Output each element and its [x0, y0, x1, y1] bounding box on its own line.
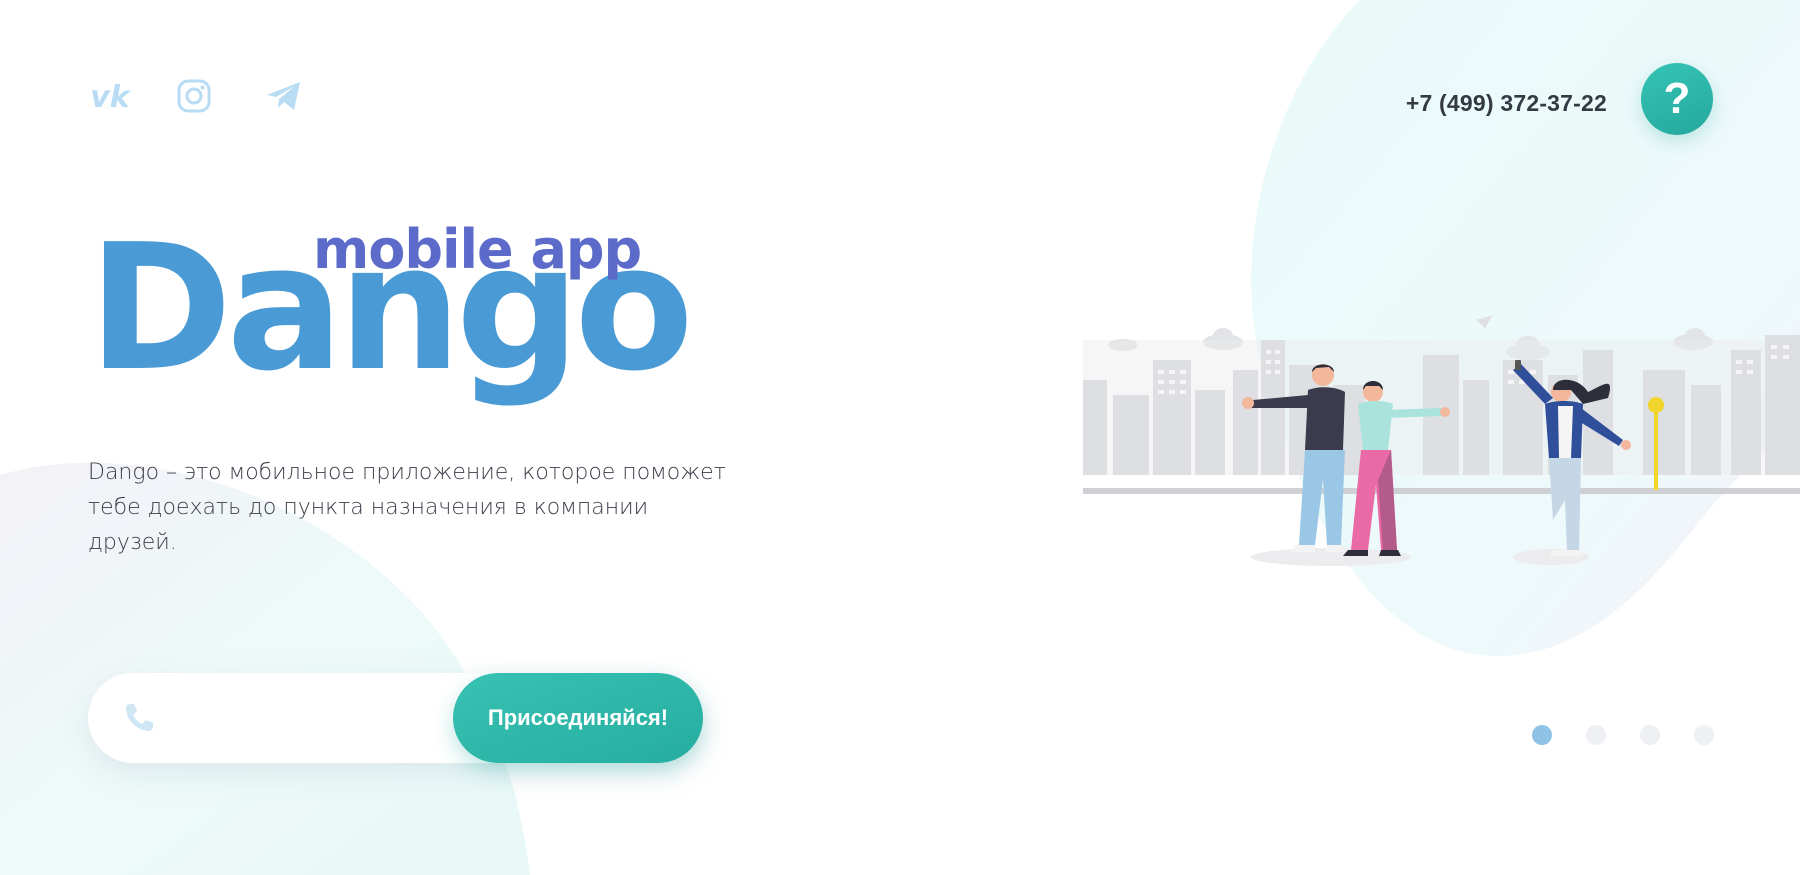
vk-link[interactable]: vk — [88, 78, 132, 115]
slider-dot-4[interactable] — [1694, 725, 1714, 745]
phone-input[interactable] — [173, 693, 447, 745]
telegram-link[interactable] — [264, 78, 308, 114]
slider-pagination — [1532, 725, 1714, 745]
help-button[interactable]: ? — [1641, 63, 1713, 135]
slider-dot-3[interactable] — [1640, 725, 1660, 745]
telegram-icon — [267, 82, 300, 110]
svg-text:vk: vk — [90, 80, 132, 114]
instagram-icon — [177, 79, 211, 113]
social-links: vk — [88, 78, 308, 115]
vk-icon: vk — [90, 80, 132, 115]
slider-dot-2[interactable] — [1586, 725, 1606, 745]
join-button[interactable]: Присоединяйся! — [453, 673, 703, 763]
signup-form: Присоединяйся! — [88, 673, 703, 763]
hero-description: Dango – это мобильное приложение, которо… — [88, 460, 726, 555]
slider-dot-1[interactable] — [1532, 725, 1552, 745]
instagram-link[interactable] — [176, 78, 220, 114]
logo: Dango mobile app — [88, 210, 694, 420]
friends-city-illustration — [1083, 315, 1800, 566]
logo-subtitle: mobile app — [313, 218, 642, 281]
phone-icon — [126, 704, 153, 731]
header-phone[interactable]: +7 (499) 372-37-22 — [1406, 90, 1607, 117]
